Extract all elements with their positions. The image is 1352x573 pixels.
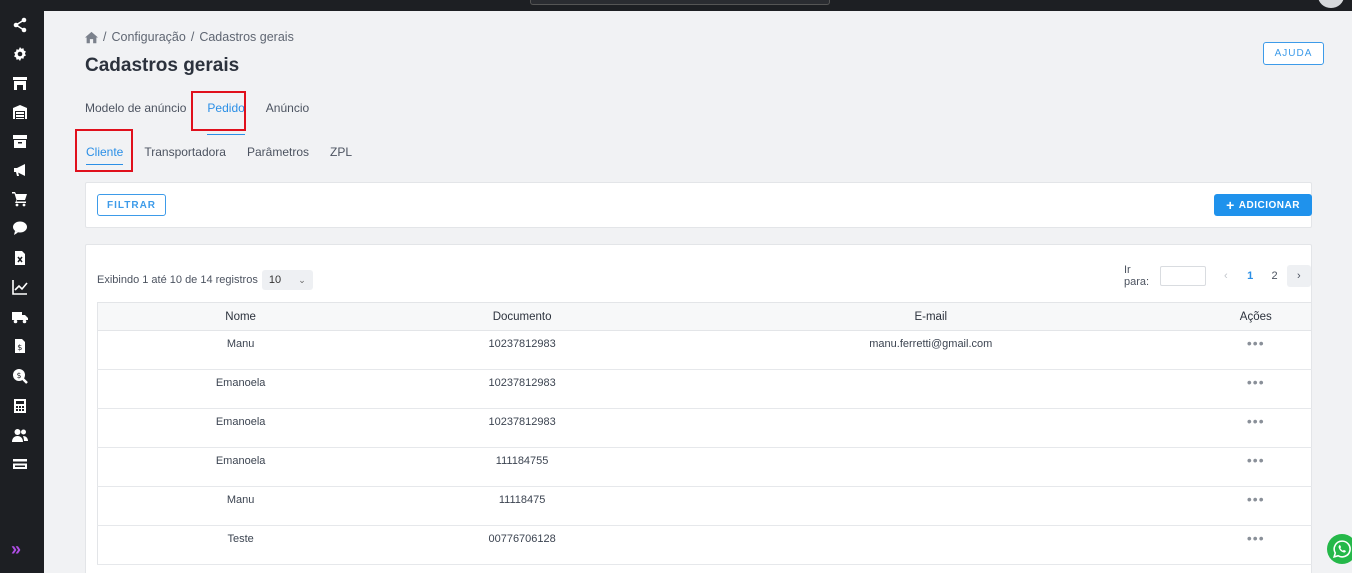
users-icon[interactable] bbox=[11, 426, 29, 444]
chat-icon[interactable] bbox=[11, 219, 29, 237]
warehouse-icon[interactable] bbox=[11, 103, 29, 121]
cell-documento: 10237812983 bbox=[383, 330, 661, 370]
filter-card: FILTRAR + ADICIONAR bbox=[85, 182, 1312, 228]
cell-email bbox=[661, 447, 1201, 487]
add-button-label: ADICIONAR bbox=[1238, 199, 1300, 211]
cell-nome: Emanoela bbox=[97, 447, 384, 487]
cell-documento: 10237812983 bbox=[383, 369, 661, 409]
per-page-value: 10 bbox=[268, 274, 282, 286]
records-info: Exibindo 1 até 10 de 14 registros 10 ⌄ bbox=[97, 270, 313, 290]
clients-table: Nome Documento E-mail Ações Manu 1023781… bbox=[97, 302, 1312, 565]
tab-zpl[interactable]: ZPL bbox=[330, 145, 352, 159]
cart-icon[interactable] bbox=[11, 190, 29, 208]
cell-documento: 10237812983 bbox=[383, 408, 661, 448]
cell-email bbox=[661, 486, 1201, 526]
highlight-box-pedido bbox=[191, 91, 246, 131]
cell-email: manu.ferretti@gmail.com bbox=[661, 330, 1201, 370]
gear-icon[interactable] bbox=[11, 45, 29, 63]
calculator-icon[interactable] bbox=[11, 397, 29, 415]
table-row[interactable]: Emanoela 10237812983 ••• bbox=[97, 408, 1312, 448]
search-dollar-icon[interactable]: $ bbox=[11, 367, 29, 385]
cell-nome: Teste bbox=[97, 525, 384, 565]
page-button-1[interactable]: 1 bbox=[1238, 265, 1262, 287]
archive-icon[interactable] bbox=[11, 132, 29, 150]
megaphone-icon[interactable] bbox=[11, 161, 29, 179]
whatsapp-icon[interactable] bbox=[1327, 534, 1352, 564]
records-count-text: Exibindo 1 até 10 de 14 registros bbox=[97, 274, 258, 286]
expand-sidebar-icon[interactable]: » bbox=[11, 540, 29, 558]
cell-nome: Emanoela bbox=[97, 369, 384, 409]
row-actions-icon[interactable]: ••• bbox=[1200, 447, 1312, 487]
excel-file-icon[interactable] bbox=[11, 249, 29, 267]
table-row[interactable]: Teste 00776706128 ••• bbox=[97, 525, 1312, 565]
avatar[interactable] bbox=[1318, 0, 1344, 8]
goto-page-input[interactable] bbox=[1159, 266, 1206, 286]
sidebar: $ $ » bbox=[0, 11, 44, 573]
cell-documento: 11118475 bbox=[383, 486, 661, 526]
chevron-down-icon: ⌄ bbox=[298, 274, 306, 285]
page-title: Cadastros gerais bbox=[85, 55, 240, 76]
tab-anuncio[interactable]: Anúncio bbox=[266, 101, 309, 129]
row-actions-icon[interactable]: ••• bbox=[1200, 369, 1312, 409]
cell-documento: 00776706128 bbox=[383, 525, 661, 565]
column-header-acoes: Ações bbox=[1200, 302, 1312, 331]
share-icon[interactable] bbox=[11, 16, 29, 34]
svg-text:$: $ bbox=[17, 343, 22, 352]
top-search-bar[interactable] bbox=[530, 0, 830, 5]
invoice-icon[interactable]: $ bbox=[11, 337, 29, 355]
column-header-email[interactable]: E-mail bbox=[661, 302, 1201, 331]
table-row[interactable]: Manu 11118475 ••• bbox=[97, 486, 1312, 526]
breadcrumb: / Configuração / Cadastros gerais bbox=[85, 30, 294, 44]
card-icon[interactable] bbox=[11, 455, 29, 473]
breadcrumb-item-current: Cadastros gerais bbox=[199, 30, 294, 44]
filter-button[interactable]: FILTRAR bbox=[97, 194, 166, 216]
main-content: / Configuração / Cadastros gerais Cadast… bbox=[44, 11, 1352, 573]
tab-parametros[interactable]: Parâmetros bbox=[247, 145, 309, 159]
row-actions-icon[interactable]: ••• bbox=[1200, 408, 1312, 448]
row-actions-icon[interactable]: ••• bbox=[1200, 525, 1312, 565]
table-row[interactable]: Manu 10237812983 manu.ferretti@gmail.com… bbox=[97, 330, 1312, 370]
truck-icon[interactable] bbox=[11, 308, 29, 326]
next-page-button[interactable]: › bbox=[1286, 265, 1312, 287]
column-header-documento[interactable]: Documento bbox=[383, 302, 661, 331]
tab-modelo-de-anuncio[interactable]: Modelo de anúncio bbox=[85, 101, 186, 129]
help-button[interactable]: AJUDA bbox=[1263, 42, 1324, 65]
cell-nome: Manu bbox=[97, 330, 384, 370]
table-header-row: Nome Documento E-mail Ações bbox=[97, 302, 1312, 331]
prev-page-button[interactable]: ‹ bbox=[1214, 265, 1238, 287]
add-button[interactable]: + ADICIONAR bbox=[1214, 194, 1312, 216]
cell-email bbox=[661, 408, 1201, 448]
cell-documento: 111184755 bbox=[383, 447, 661, 487]
goto-label: Ir para: bbox=[1124, 264, 1150, 288]
cell-nome: Manu bbox=[97, 486, 384, 526]
top-bar bbox=[0, 0, 1352, 11]
store-icon[interactable] bbox=[11, 74, 29, 92]
breadcrumb-separator: / bbox=[190, 30, 195, 44]
table-row[interactable]: Emanoela 111184755 ••• bbox=[97, 447, 1312, 487]
column-header-nome[interactable]: Nome bbox=[97, 302, 384, 331]
table-row[interactable]: Emanoela 10237812983 ••• bbox=[97, 369, 1312, 409]
chart-line-icon[interactable] bbox=[11, 278, 29, 296]
cell-email bbox=[661, 369, 1201, 409]
tab-transportadora[interactable]: Transportadora bbox=[144, 145, 226, 159]
cell-email bbox=[661, 525, 1201, 565]
table-card: Exibindo 1 até 10 de 14 registros 10 ⌄ I… bbox=[85, 244, 1312, 573]
breadcrumb-separator: / bbox=[103, 30, 107, 44]
highlight-box-cliente bbox=[75, 129, 133, 172]
pagination: Ir para: ‹ 1 2 › bbox=[1124, 264, 1312, 288]
plus-icon: + bbox=[1226, 197, 1235, 213]
svg-text:$: $ bbox=[17, 371, 22, 380]
row-actions-icon[interactable]: ••• bbox=[1200, 330, 1312, 370]
cell-nome: Emanoela bbox=[97, 408, 384, 448]
per-page-select[interactable]: 10 ⌄ bbox=[261, 270, 313, 290]
row-actions-icon[interactable]: ••• bbox=[1200, 486, 1312, 526]
home-icon[interactable] bbox=[85, 31, 98, 44]
breadcrumb-item-configuracao[interactable]: Configuração bbox=[111, 30, 185, 44]
page-button-2[interactable]: 2 bbox=[1262, 265, 1286, 287]
